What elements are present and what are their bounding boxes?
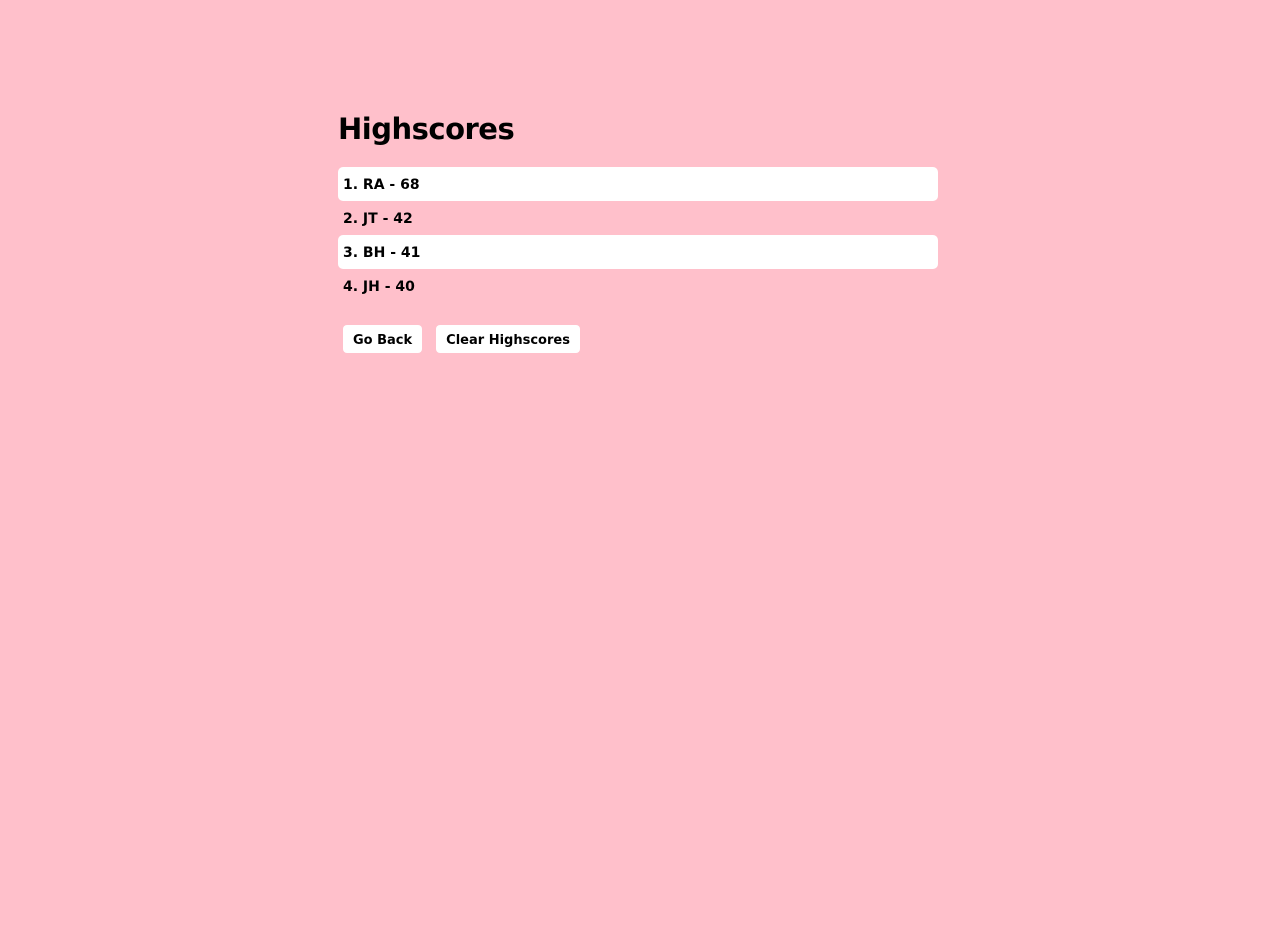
highscore-list: 1. RA - 68 2. JT - 42 3. BH - 41 4. JH -… xyxy=(338,167,938,303)
button-row: Go Back Clear Highscores xyxy=(338,325,938,353)
score-item: 4. JH - 40 xyxy=(343,279,415,295)
go-back-button[interactable]: Go Back xyxy=(343,325,423,353)
page-title: Highscores xyxy=(338,112,515,146)
score-item: 2. JT - 42 xyxy=(343,211,413,227)
clear-highscores-button[interactable]: Clear Highscores xyxy=(436,325,580,353)
score-item: 3. BH - 41 xyxy=(338,235,938,269)
score-item: 1. RA - 68 xyxy=(338,167,938,201)
highscores-panel: Highscores 1. RA - 68 2. JT - 42 3. BH -… xyxy=(338,108,938,353)
